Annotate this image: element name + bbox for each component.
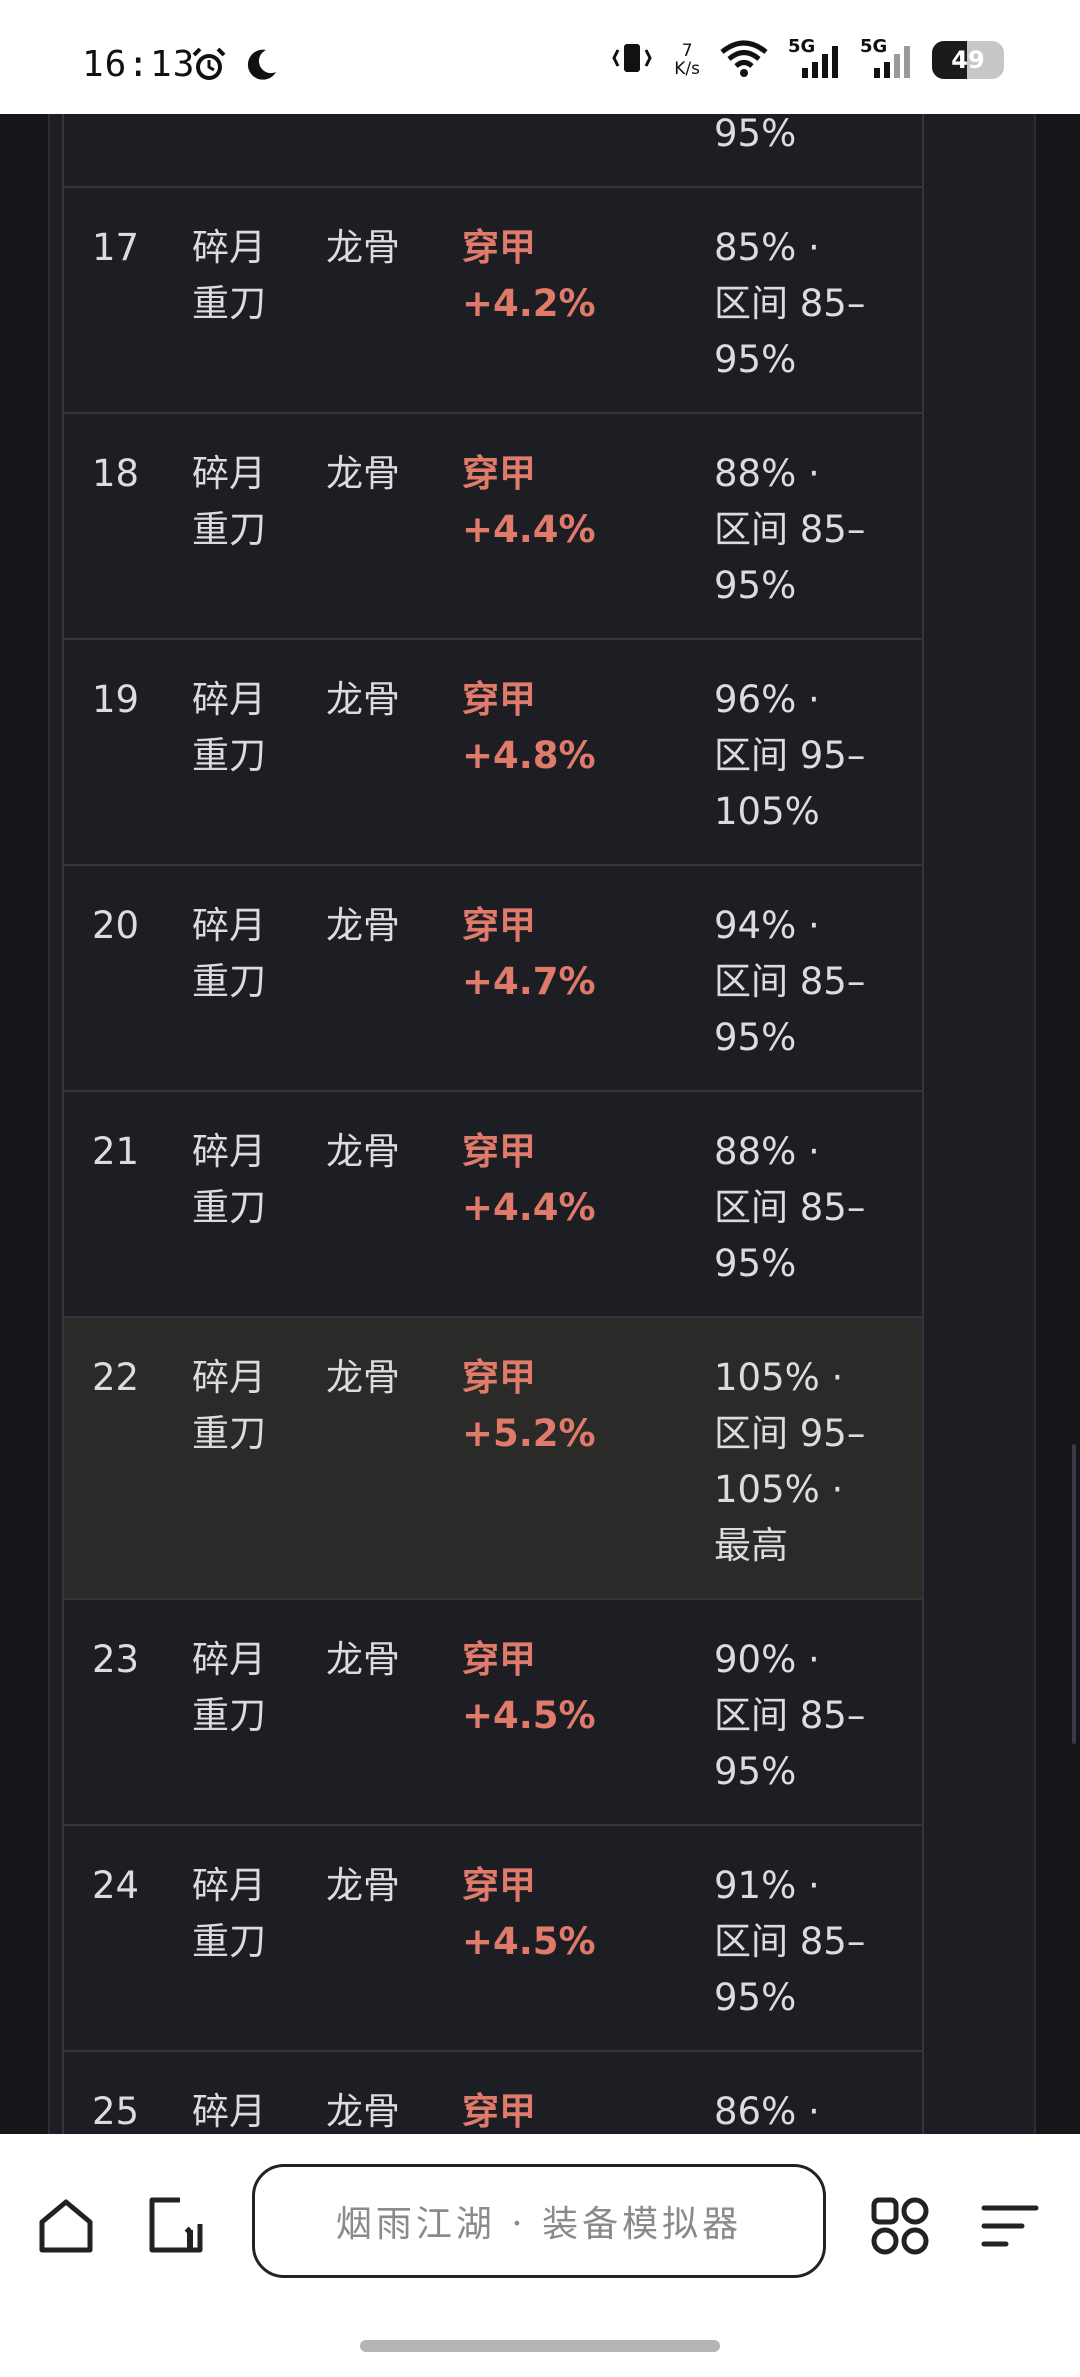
roll-range: 90% · 区间 85– 95% [714, 1638, 866, 1793]
weapon-name: 碎月重刀 [192, 1130, 266, 1229]
row-index: 20 [92, 904, 140, 947]
stat-bonus: 穿甲 +4.5% [462, 1638, 596, 1737]
wifi-icon [718, 38, 770, 82]
table-row: 24 碎月 重刀 龙骨 穿甲 +4.5% 91% · 区间 85– 95% [64, 1826, 922, 2052]
material-name: 龙骨 [326, 1356, 400, 1399]
address-bar[interactable]: 烟雨江湖 · 装备模拟器 [252, 2164, 826, 2278]
stat-bonus: 穿甲 +4.7% [462, 904, 596, 1003]
weapon-name: 碎月重刀 [192, 1864, 266, 1963]
stat-bonus: 穿甲 +4.4% [462, 452, 596, 551]
row-index: 21 [92, 1130, 140, 1173]
material-name: 龙骨 [326, 678, 400, 721]
status-bar: 16:13 7 K/s 5G 5G 49 [0, 0, 1080, 114]
weapon-name: 碎月重刀 [192, 226, 266, 325]
tabs-icon[interactable] [144, 2194, 210, 2262]
alarm-icon [190, 46, 228, 88]
table-row: 19 碎月 重刀 龙骨 穿甲 +4.8% 96% · 区间 95– 105% [64, 640, 922, 866]
material-name: 龙骨 [326, 2090, 400, 2133]
stat-bonus: 穿甲+4.3% [462, 2090, 536, 2133]
row-index: 25 [92, 2090, 140, 2133]
material-name: 龙骨 [326, 904, 400, 947]
stat-bonus: 穿甲 +4.4% [462, 1130, 596, 1229]
cell-signal-1: 5G [788, 36, 842, 82]
table-row: 18 碎月 重刀 龙骨 穿甲 +4.4% 88% · 区间 85– 95% [64, 414, 922, 640]
menu-icon[interactable] [978, 2194, 1042, 2262]
material-name: 龙骨 [326, 452, 400, 495]
roll-range: 96% · 区间 95– 105% [714, 678, 866, 833]
row-index: 19 [92, 678, 140, 721]
equipment-table: 95% 17 碎月 重刀 龙骨 穿甲 +4.2% 85% · 区间 85– 95% 18 碎月 重刀 龙骨… [62, 114, 924, 2134]
roll-range: 95% [714, 114, 797, 155]
stat-bonus: 穿甲 +4.2% [462, 226, 596, 325]
material-name: 龙骨 [326, 1864, 400, 1907]
material-name: 龙骨 [326, 1130, 400, 1173]
battery-icon: 49 [932, 41, 1004, 79]
weapon-name: 碎月重刀 [192, 2090, 266, 2133]
home-icon[interactable] [34, 2194, 98, 2262]
roll-range: 88% · 区间 85– 95% [714, 452, 866, 607]
table-row: 17 碎月 重刀 龙骨 穿甲 +4.2% 85% · 区间 85– 95% [64, 188, 922, 414]
do-not-disturb-moon-icon [242, 46, 280, 88]
stat-bonus: 穿甲 +5.2% [462, 1356, 596, 1455]
roll-range: 86% ·区间 85–95% [714, 2090, 820, 2133]
browser-bottom-bar: 烟雨江湖 · 装备模拟器 [0, 2134, 1080, 2377]
scrollbar[interactable] [1072, 1444, 1076, 1744]
row-index: 22 [92, 1356, 140, 1399]
roll-range: 105% · 区间 95– 105% · 最高 [714, 1356, 866, 1567]
vibrate-icon [608, 38, 656, 82]
material-name: 龙骨 [326, 226, 400, 269]
table-row: 20 碎月 重刀 龙骨 穿甲 +4.7% 94% · 区间 85– 95% [64, 866, 922, 1092]
weapon-name: 碎月重刀 [192, 904, 266, 1003]
row-index: 18 [92, 452, 140, 495]
row-index: 24 [92, 1864, 140, 1907]
roll-range: 88% · 区间 85– 95% [714, 1130, 866, 1285]
roll-range: 85% · 区间 85– 95% [714, 226, 866, 381]
home-gesture-indicator[interactable] [360, 2340, 720, 2352]
apps-grid-icon[interactable] [868, 2194, 932, 2262]
page-content[interactable]: 95% 17 碎月 重刀 龙骨 穿甲 +4.2% 85% · 区间 85– 95% 18 碎月 重刀 龙骨… [0, 114, 1080, 2134]
table-row: 95% [64, 114, 922, 188]
roll-range: 91% · 区间 85– 95% [714, 1864, 866, 2019]
stat-bonus: 穿甲 +4.8% [462, 678, 596, 777]
table-row: 22 碎月 重刀 龙骨 穿甲 +5.2% 105% · 区间 95– 105% · 最高 [64, 1318, 922, 1600]
row-index: 17 [92, 226, 140, 269]
table-row: 23 碎月 重刀 龙骨 穿甲 +4.5% 90% · 区间 85– 95% [64, 1600, 922, 1826]
row-index: 23 [92, 1638, 140, 1681]
page-title: 烟雨江湖 · 装备模拟器 [335, 2204, 743, 2245]
table-row: 21 碎月 重刀 龙骨 穿甲 +4.4% 88% · 区间 85– 95% [64, 1092, 922, 1318]
weapon-name: 碎月重刀 [192, 1356, 266, 1455]
table-row: 25 碎月重刀 龙骨 穿甲+4.3% 86% ·区间 85–95% [64, 2052, 922, 2134]
stat-bonus: 穿甲 +4.5% [462, 1864, 596, 1963]
roll-range: 94% · 区间 85– 95% [714, 904, 866, 1059]
status-right-icons: 7 K/s 5G 5G 49 [608, 36, 1004, 82]
network-speed: 7 K/s [674, 41, 700, 79]
weapon-name: 碎月重刀 [192, 1638, 266, 1737]
weapon-name: 碎月重刀 [192, 678, 266, 777]
status-left-icons [190, 46, 280, 88]
weapon-name: 碎月重刀 [192, 452, 266, 551]
cell-signal-2: 5G [860, 36, 914, 82]
material-name: 龙骨 [326, 1638, 400, 1681]
status-time: 16:13 [82, 44, 196, 85]
